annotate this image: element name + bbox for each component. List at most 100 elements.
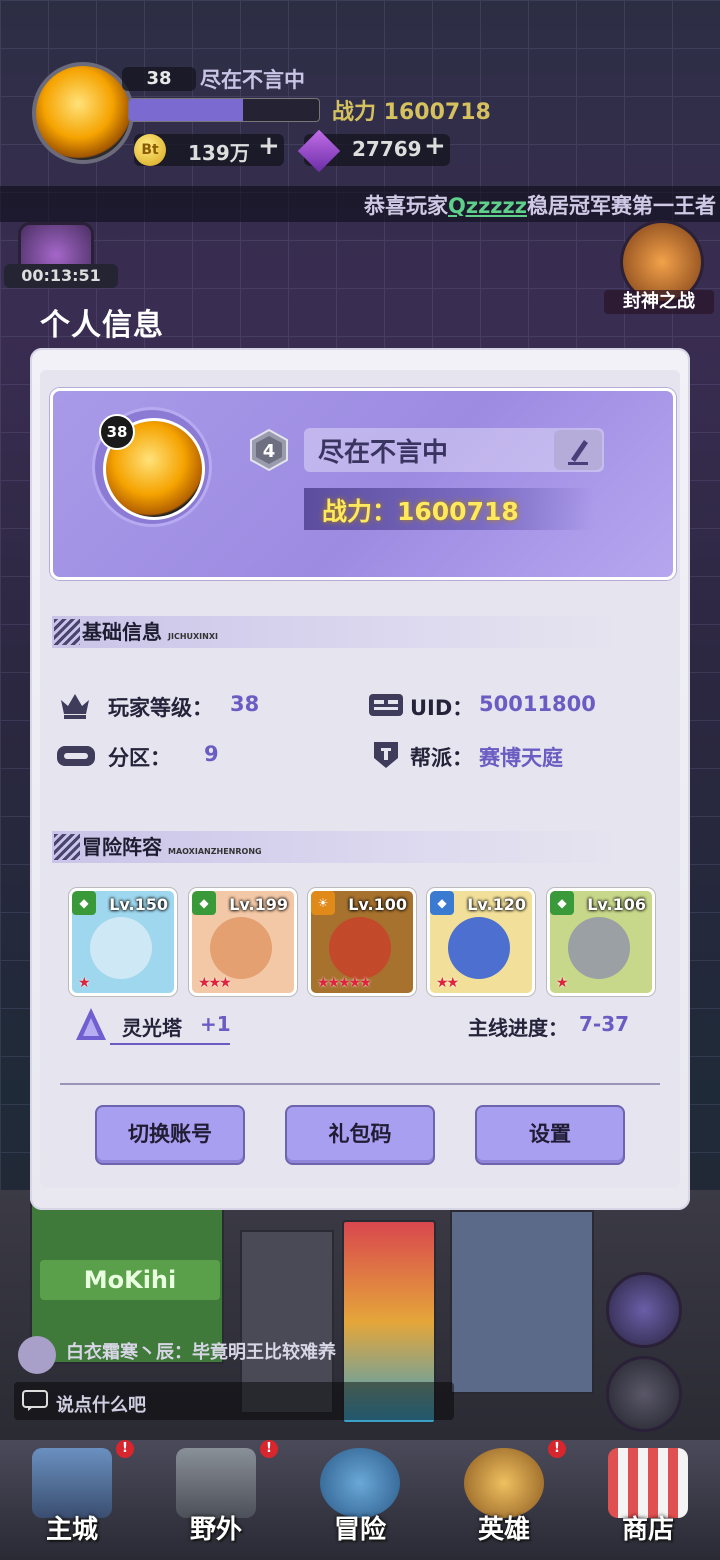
notification-badge: !: [260, 1440, 278, 1458]
hero-card-5[interactable]: ◆ Lv.106 ★: [547, 888, 655, 996]
event-timer: 00:13:51: [4, 264, 118, 288]
hero-portrait: [90, 917, 152, 979]
profile-power: 战力：1600718: [322, 497, 519, 526]
field-icon: [176, 1448, 256, 1518]
gift-code-button[interactable]: 礼包码: [285, 1105, 435, 1165]
element-icon: ☀: [311, 891, 335, 915]
hero-portrait: [568, 917, 630, 979]
announcement-ticker: 恭喜玩家Qzzzzz稳居冠军赛第一王者: [0, 186, 720, 222]
dialog-title: 个人信息: [40, 308, 164, 343]
player-avatar[interactable]: [32, 62, 134, 164]
hero-portrait: [329, 917, 391, 979]
hero-card-1[interactable]: ◆ Lv.150 ★: [69, 888, 177, 996]
ticker-suffix: 稳居冠军赛第一王者: [526, 194, 716, 218]
rank-badge-icon: 4: [250, 428, 288, 472]
ticker-player[interactable]: Qzzzzz: [448, 194, 527, 218]
chat-avatar: [18, 1336, 56, 1374]
tower-label: 灵光塔: [122, 1016, 182, 1040]
element-icon: ◆: [430, 891, 454, 915]
hero-portrait: [448, 917, 510, 979]
hero-card-2[interactable]: ◆ Lv.199 ★★★: [189, 888, 297, 996]
nav-label: 英雄: [477, 1515, 530, 1545]
uid-value: 50011800: [479, 692, 596, 716]
pencil-icon: [568, 440, 588, 465]
hero-level: Lv.150: [109, 895, 168, 914]
edit-name-button[interactable]: [554, 430, 602, 470]
shop-icon: [608, 1448, 688, 1518]
tower-bonus: +1: [200, 1012, 231, 1036]
ranking-icon[interactable]: [606, 1356, 682, 1432]
event-god-war-label[interactable]: 封神之战: [604, 290, 714, 314]
side-menu-icon[interactable]: [606, 1272, 682, 1348]
settings-button[interactable]: 设置: [475, 1105, 625, 1165]
main-progress-value: 7-37: [579, 1012, 630, 1036]
chat-placeholder: 说点什么吧: [56, 1395, 146, 1416]
hero-level: Lv.106: [587, 895, 646, 914]
ticker-prefix: 恭喜玩家: [364, 194, 448, 218]
server-zone-icon: [57, 746, 95, 766]
zone-label: 分区：: [108, 746, 171, 770]
lineup-subtitle: MAOXIANZHENRONG: [168, 847, 262, 856]
lineup-title: 冒险阵容: [82, 835, 162, 859]
main-city-icon: [32, 1448, 112, 1518]
hud-level: 38: [122, 67, 196, 91]
adventure-icon: [320, 1448, 400, 1518]
add-gems-button[interactable]: +: [424, 131, 446, 161]
hero-stars: ★: [78, 975, 90, 991]
nav-heroes[interactable]: ! 英雄: [432, 1440, 576, 1560]
coin-icon: Bt: [134, 134, 166, 166]
ticker-text: 恭喜玩家Qzzzzz稳居冠军赛第一王者: [364, 190, 716, 220]
element-icon: ◆: [192, 891, 216, 915]
crown-icon: [61, 694, 89, 719]
section-stripe-icon: [54, 619, 80, 645]
heroes-icon: [464, 1448, 544, 1518]
spirit-tower-icon: [76, 1008, 106, 1040]
divider: [60, 1083, 660, 1085]
avatar-level-badge: 38: [99, 414, 135, 450]
guild-value[interactable]: 赛博天庭: [479, 742, 563, 772]
switch-account-button[interactable]: 切换账号: [95, 1105, 245, 1165]
nav-shop[interactable]: 商店: [576, 1440, 720, 1560]
exp-bar-fill: [129, 99, 243, 121]
nav-label: 商店: [621, 1515, 674, 1545]
element-icon: ◆: [72, 891, 96, 915]
basic-info-subtitle: JICHUXINXI: [168, 632, 218, 641]
rank-number: 4: [263, 441, 276, 462]
basic-info-header: 基础信息 JICHUXINXI: [52, 616, 622, 648]
coin-value: 139万: [188, 141, 250, 165]
guild-label: 帮派：: [410, 746, 473, 770]
notification-badge: !: [548, 1440, 566, 1458]
player-level-label: 玩家等级：: [108, 696, 213, 720]
main-progress-label: 主线进度：: [468, 1016, 568, 1040]
add-coins-button[interactable]: +: [258, 131, 280, 161]
uid-label: UID：: [410, 696, 474, 720]
nav-label: 野外: [189, 1515, 242, 1545]
nav-main-city[interactable]: ! 主城: [0, 1440, 144, 1560]
player-level-value: 38: [230, 692, 260, 716]
notification-badge: !: [116, 1440, 134, 1458]
hero-portrait: [210, 917, 272, 979]
nav-label: 主城: [45, 1515, 98, 1545]
chat-message: 白衣霜寒丶辰：毕竟明王比较难养: [66, 1342, 336, 1363]
gem-value: 27769: [352, 137, 422, 161]
hero-stars: ★★★: [198, 975, 232, 991]
element-icon: ◆: [550, 891, 574, 915]
lineup-header: 冒险阵容 MAOXIANZHENRONG: [52, 831, 622, 863]
nav-field[interactable]: ! 野外: [144, 1440, 288, 1560]
section-stripe-icon: [54, 834, 80, 860]
hero-stars: ★★: [436, 975, 459, 991]
hero-level: Lv.199: [229, 895, 288, 914]
store-building: [450, 1210, 594, 1394]
hero-level: Lv.120: [467, 895, 526, 914]
hero-card-4[interactable]: ◆ Lv.120 ★★: [427, 888, 535, 996]
nav-adventure[interactable]: 冒险: [288, 1440, 432, 1560]
hero-stars: ★: [556, 975, 568, 991]
hero-card-3[interactable]: ☀ Lv.100 ★★★★★: [308, 888, 416, 996]
bottom-nav: ! 主城 ! 野外 冒险 ! 英雄 商店: [0, 1440, 720, 1560]
nav-label: 冒险: [333, 1515, 386, 1545]
hero-level: Lv.100: [348, 895, 407, 914]
chat-bubble-icon: [22, 1390, 48, 1411]
guild-shield-icon: [374, 742, 398, 768]
hud-power: 战力 1600718: [332, 100, 491, 125]
basic-info-title: 基础信息: [82, 620, 162, 644]
